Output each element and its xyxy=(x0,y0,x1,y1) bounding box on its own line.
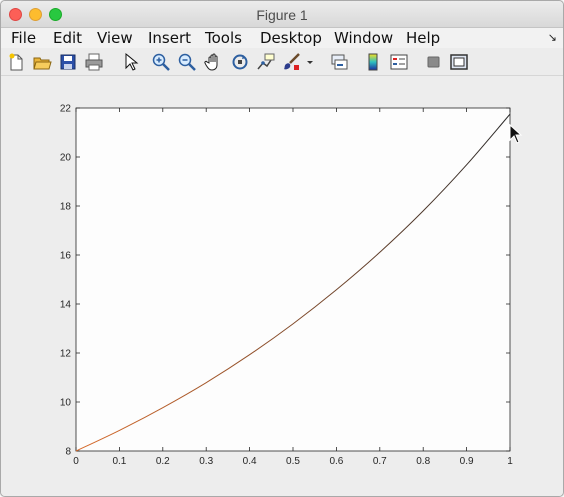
colorbar-icon[interactable] xyxy=(363,52,383,72)
x-tick-label: 0.3 xyxy=(199,456,213,467)
y-tick-label: 8 xyxy=(65,447,71,458)
x-tick-label: 0 xyxy=(73,456,79,467)
link-plot-icon[interactable] xyxy=(329,52,349,72)
mouse-cursor-icon xyxy=(509,124,523,144)
title-bar[interactable]: Figure 1 xyxy=(1,1,563,28)
plot-area[interactable]: 0 0.1 0.2 0.3 0.4 0.5 0.6 0.7 0.8 0.9 181012141618… xyxy=(1,76,563,496)
x-tick-label: 1 xyxy=(507,456,513,467)
x-tick-label: 0.7 xyxy=(373,456,387,467)
data-cursor-icon[interactable] xyxy=(256,52,276,72)
y-tick-label: 22 xyxy=(60,104,72,115)
y-tick-label: 14 xyxy=(60,300,72,311)
print-icon[interactable] xyxy=(84,52,104,72)
y-tick-label: 10 xyxy=(60,398,72,409)
menu-edit[interactable]: Edit xyxy=(53,29,82,47)
y-tick-label: 12 xyxy=(60,349,72,360)
zoom-in-icon[interactable] xyxy=(151,52,171,72)
x-tick-label: 0.5 xyxy=(286,456,300,467)
x-tick-label: 0.2 xyxy=(156,456,170,467)
x-tick-label: 0.1 xyxy=(112,456,126,467)
x-tick-label: 0.4 xyxy=(243,456,257,467)
figure-window: Figure 1 File Edit View Insert Tools Des… xyxy=(0,0,564,497)
show-plot-tools-icon[interactable] xyxy=(449,52,469,72)
menu-view[interactable]: View xyxy=(97,29,133,47)
x-tick-label: 0.6 xyxy=(329,456,343,467)
new-figure-icon[interactable] xyxy=(6,52,26,72)
menu-help[interactable]: Help xyxy=(406,29,440,47)
figure-canvas: 0 0.1 0.2 0.3 0.4 0.5 0.6 0.7 0.8 0.9 1 8 10 12 14 16 18… xyxy=(1,76,563,496)
brush-dropdown-icon[interactable] xyxy=(304,52,316,72)
menu-bar: File Edit View Insert Tools Desktop Wind… xyxy=(1,28,563,48)
window-title: Figure 1 xyxy=(256,7,308,23)
pointer-icon[interactable] xyxy=(120,52,140,72)
brush-icon[interactable] xyxy=(282,52,302,72)
rotate-3d-icon[interactable] xyxy=(230,52,250,72)
open-file-icon[interactable] xyxy=(32,52,52,72)
menu-file[interactable]: File xyxy=(11,29,36,47)
menu-desktop[interactable]: Desktop xyxy=(260,29,322,47)
y-tick-label: 18 xyxy=(60,202,72,213)
pan-hand-icon[interactable] xyxy=(204,52,224,72)
axes-box xyxy=(75,107,511,452)
x-tick-label: 0.8 xyxy=(416,456,430,467)
zoom-out-icon[interactable] xyxy=(177,52,197,72)
menu-window[interactable]: Window xyxy=(334,29,393,47)
y-tick-label: 20 xyxy=(60,153,72,164)
save-icon[interactable] xyxy=(58,52,78,72)
dock-arrow-icon[interactable]: ↘ xyxy=(548,31,557,44)
y-tick-label: 16 xyxy=(60,251,72,262)
legend-icon[interactable] xyxy=(389,52,409,72)
hide-plot-tools-icon[interactable] xyxy=(424,52,444,72)
x-tick-label: 0.9 xyxy=(460,456,474,467)
figure-toolbar xyxy=(1,49,563,76)
menu-tools[interactable]: Tools xyxy=(205,29,242,47)
menu-insert[interactable]: Insert xyxy=(148,29,191,47)
